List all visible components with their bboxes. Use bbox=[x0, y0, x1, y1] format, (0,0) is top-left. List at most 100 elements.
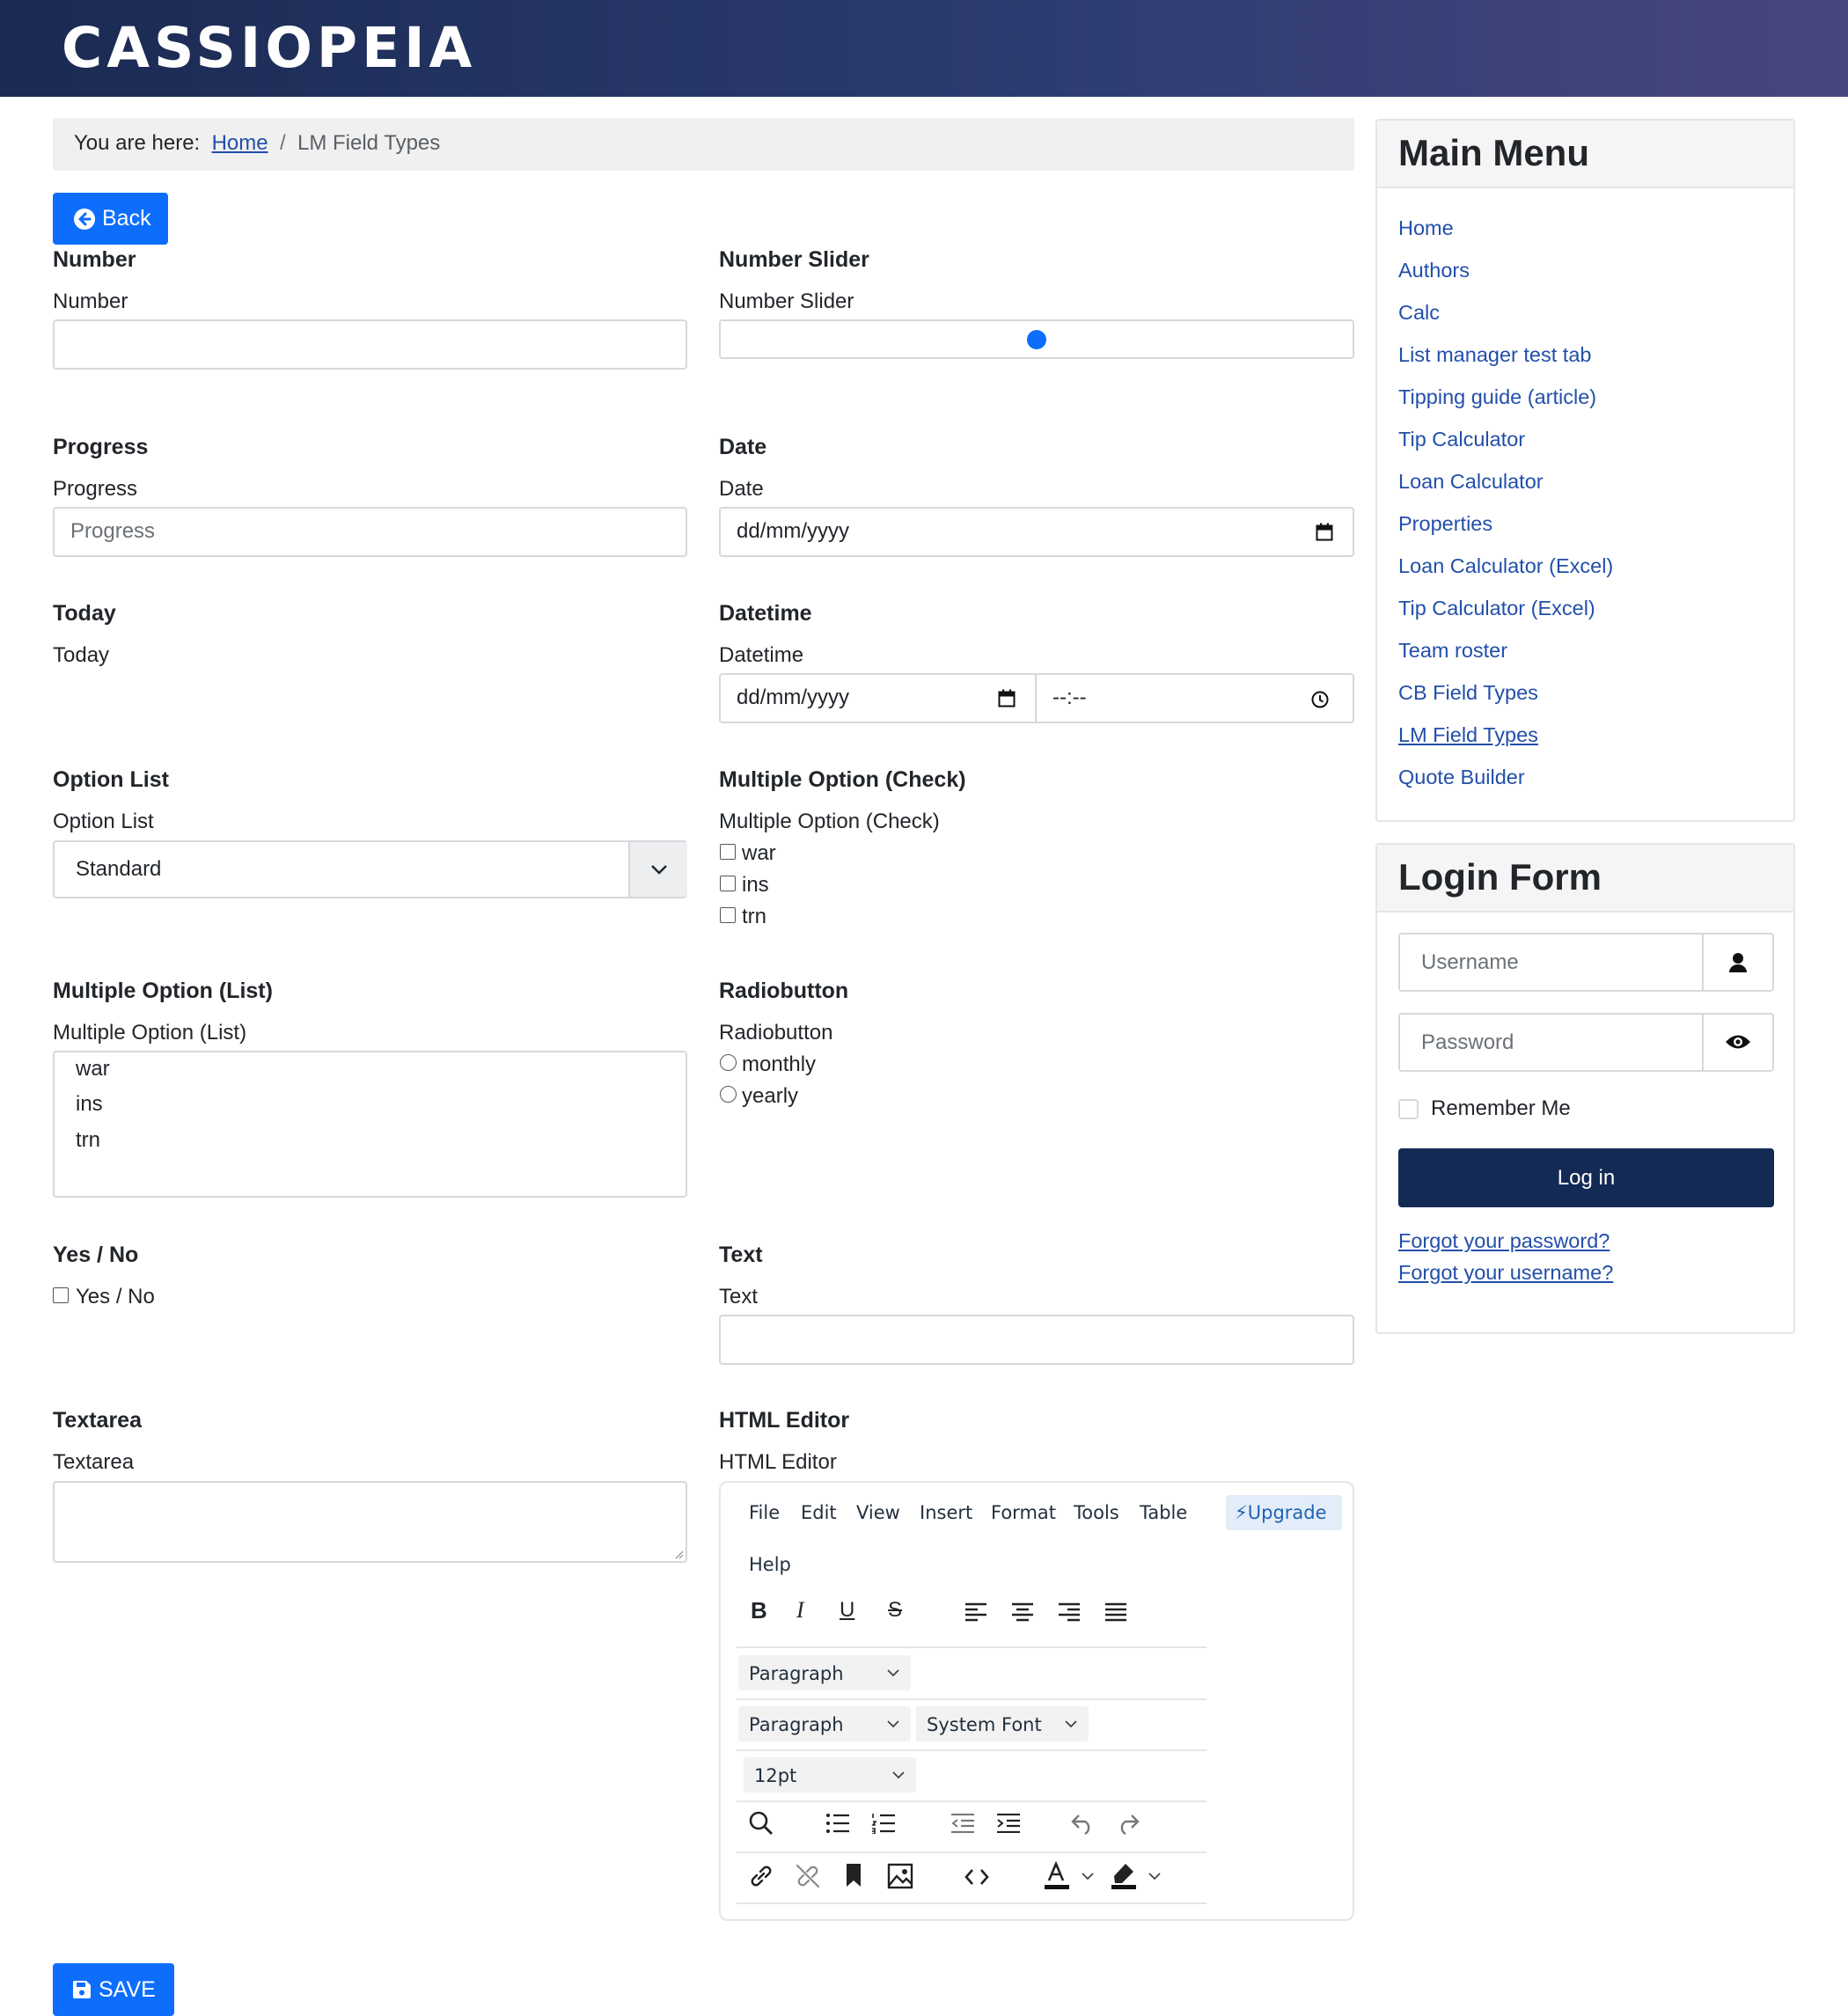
text-input[interactable] bbox=[719, 1315, 1354, 1365]
user-icon bbox=[1729, 953, 1747, 972]
show-password-button[interactable] bbox=[1702, 1015, 1772, 1070]
breadcrumb-separator: / bbox=[279, 131, 286, 155]
menu-item-properties[interactable]: Properties bbox=[1398, 511, 1492, 536]
menu-table[interactable]: Table bbox=[1140, 1502, 1187, 1523]
chevron-down-icon[interactable] bbox=[1081, 1871, 1095, 1881]
site-logo[interactable]: CASSIOPEIA bbox=[62, 19, 476, 77]
numbered-list-icon[interactable] bbox=[871, 1813, 896, 1834]
strikethrough-icon[interactable]: S bbox=[888, 1597, 902, 1624]
eye-icon bbox=[1726, 1035, 1750, 1049]
radio-yearly[interactable] bbox=[720, 1086, 737, 1103]
menu-view[interactable]: View bbox=[856, 1502, 900, 1523]
block-format-select[interactable]: Paragraph bbox=[738, 1655, 911, 1690]
upgrade-label: ⚡Upgrade bbox=[1235, 1502, 1327, 1523]
option-list-dropdown-button[interactable] bbox=[628, 842, 687, 897]
menu-item-loan-calculator[interactable]: Loan Calculator bbox=[1398, 469, 1544, 494]
save-button[interactable]: SAVE bbox=[53, 1963, 174, 2016]
number-slider-track[interactable] bbox=[719, 319, 1354, 359]
login-form-title: Login Form bbox=[1398, 856, 1602, 898]
align-right-icon[interactable] bbox=[1058, 1602, 1081, 1622]
menu-item-lm-field-types[interactable]: LM Field Types bbox=[1398, 722, 1538, 747]
align-justify-icon[interactable] bbox=[1104, 1602, 1127, 1622]
number-label: Number bbox=[53, 290, 128, 313]
datetime-date-placeholder: dd/mm/yyyy bbox=[737, 685, 850, 709]
option-list-selected: Standard bbox=[76, 857, 162, 881]
multi-check-checkbox-trn[interactable] bbox=[720, 907, 736, 923]
username-field[interactable]: Username bbox=[1398, 933, 1774, 992]
back-button[interactable]: Back bbox=[53, 193, 168, 245]
menu-item-team-roster[interactable]: Team roster bbox=[1398, 638, 1507, 663]
code-icon[interactable] bbox=[964, 1867, 990, 1887]
redo-icon[interactable] bbox=[1116, 1812, 1140, 1835]
underline-icon[interactable]: U bbox=[840, 1597, 854, 1624]
text-color-icon[interactable] bbox=[1043, 1861, 1071, 1891]
menu-help[interactable]: Help bbox=[749, 1554, 791, 1575]
forgot-password-link[interactable]: Forgot your password? bbox=[1398, 1228, 1610, 1253]
multi-list-select[interactable]: war ins trn bbox=[53, 1051, 687, 1198]
clock-icon[interactable] bbox=[1310, 690, 1330, 709]
multi-list-option-war[interactable]: war bbox=[76, 1057, 110, 1081]
font-size-select[interactable]: 12pt bbox=[744, 1757, 916, 1792]
menu-item-cb-field-types[interactable]: CB Field Types bbox=[1398, 680, 1538, 705]
resize-handle-icon[interactable] bbox=[673, 1549, 684, 1559]
highlight-color-icon[interactable] bbox=[1110, 1861, 1138, 1891]
radio-monthly[interactable] bbox=[720, 1054, 737, 1071]
multi-check-checkbox-war[interactable] bbox=[720, 844, 736, 860]
datetime-date-input[interactable]: dd/mm/yyyy bbox=[719, 673, 1037, 723]
menu-item-loan-calculator-excel[interactable]: Loan Calculator (Excel) bbox=[1398, 553, 1613, 578]
multi-check-option-ins: ins bbox=[742, 873, 769, 897]
multi-check-checkbox-ins[interactable] bbox=[720, 876, 736, 891]
menu-item-tipping-guide-article[interactable]: Tipping guide (article) bbox=[1398, 385, 1596, 409]
unlink-icon[interactable] bbox=[795, 1863, 821, 1889]
upgrade-button[interactable]: ⚡Upgrade bbox=[1226, 1495, 1342, 1530]
option-list-select[interactable]: Standard bbox=[53, 840, 687, 898]
block-format-select-2[interactable]: Paragraph bbox=[738, 1706, 911, 1741]
login-button[interactable]: Log in bbox=[1398, 1148, 1774, 1207]
link-icon[interactable] bbox=[748, 1863, 774, 1889]
indent-icon[interactable] bbox=[996, 1814, 1021, 1833]
align-left-icon[interactable] bbox=[964, 1602, 987, 1622]
bullet-list-icon[interactable] bbox=[825, 1813, 850, 1834]
date-input[interactable]: dd/mm/yyyy bbox=[719, 507, 1354, 557]
yes-no-checkbox[interactable] bbox=[53, 1287, 69, 1303]
multi-list-option-trn[interactable]: trn bbox=[76, 1128, 100, 1153]
number-slider-heading: Number Slider bbox=[719, 247, 869, 272]
bookmark-icon[interactable] bbox=[845, 1863, 862, 1888]
menu-item-authors[interactable]: Authors bbox=[1398, 258, 1470, 282]
bold-icon[interactable]: B bbox=[751, 1597, 767, 1624]
calendar-icon[interactable] bbox=[998, 689, 1016, 708]
font-family-select[interactable]: System Font bbox=[916, 1706, 1089, 1741]
menu-insert[interactable]: Insert bbox=[920, 1502, 972, 1523]
menu-item-tip-calculator-excel[interactable]: Tip Calculator (Excel) bbox=[1398, 596, 1595, 620]
align-center-icon[interactable] bbox=[1011, 1602, 1034, 1622]
progress-input[interactable]: Progress bbox=[53, 507, 687, 557]
menu-item-tip-calculator[interactable]: Tip Calculator bbox=[1398, 427, 1525, 451]
search-icon[interactable] bbox=[748, 1810, 774, 1836]
forgot-username-link[interactable]: Forgot your username? bbox=[1398, 1260, 1613, 1285]
multi-list-option-ins[interactable]: ins bbox=[76, 1092, 103, 1117]
calendar-icon[interactable] bbox=[1316, 523, 1333, 542]
breadcrumb-home-link[interactable]: Home bbox=[212, 131, 268, 155]
menu-item-home[interactable]: Home bbox=[1398, 216, 1454, 240]
menu-item-quote-builder[interactable]: Quote Builder bbox=[1398, 765, 1525, 789]
image-icon[interactable] bbox=[887, 1863, 913, 1889]
remember-me-checkbox[interactable] bbox=[1398, 1099, 1419, 1119]
menu-file[interactable]: File bbox=[749, 1502, 780, 1523]
number-input[interactable] bbox=[53, 319, 687, 370]
outdent-icon[interactable] bbox=[950, 1814, 975, 1833]
datetime-time-input[interactable]: --:-- bbox=[1035, 673, 1354, 723]
menu-item-list-manager-test-tab[interactable]: List manager test tab bbox=[1398, 342, 1591, 367]
html-editor[interactable]: File Edit View Insert Format Tools Table… bbox=[719, 1481, 1354, 1921]
italic-icon[interactable]: I bbox=[796, 1597, 804, 1624]
chevron-down-icon[interactable] bbox=[1148, 1871, 1162, 1881]
menu-edit[interactable]: Edit bbox=[801, 1502, 837, 1523]
menu-format[interactable]: Format bbox=[991, 1502, 1056, 1523]
username-placeholder: Username bbox=[1421, 950, 1519, 974]
html-editor-heading: HTML Editor bbox=[719, 1408, 850, 1433]
number-slider-thumb[interactable] bbox=[1027, 330, 1046, 349]
menu-item-calc[interactable]: Calc bbox=[1398, 300, 1440, 325]
password-field[interactable]: Password bbox=[1398, 1013, 1774, 1072]
menu-tools[interactable]: Tools bbox=[1074, 1502, 1119, 1523]
textarea-input[interactable] bbox=[53, 1481, 687, 1563]
undo-icon[interactable] bbox=[1070, 1812, 1095, 1835]
